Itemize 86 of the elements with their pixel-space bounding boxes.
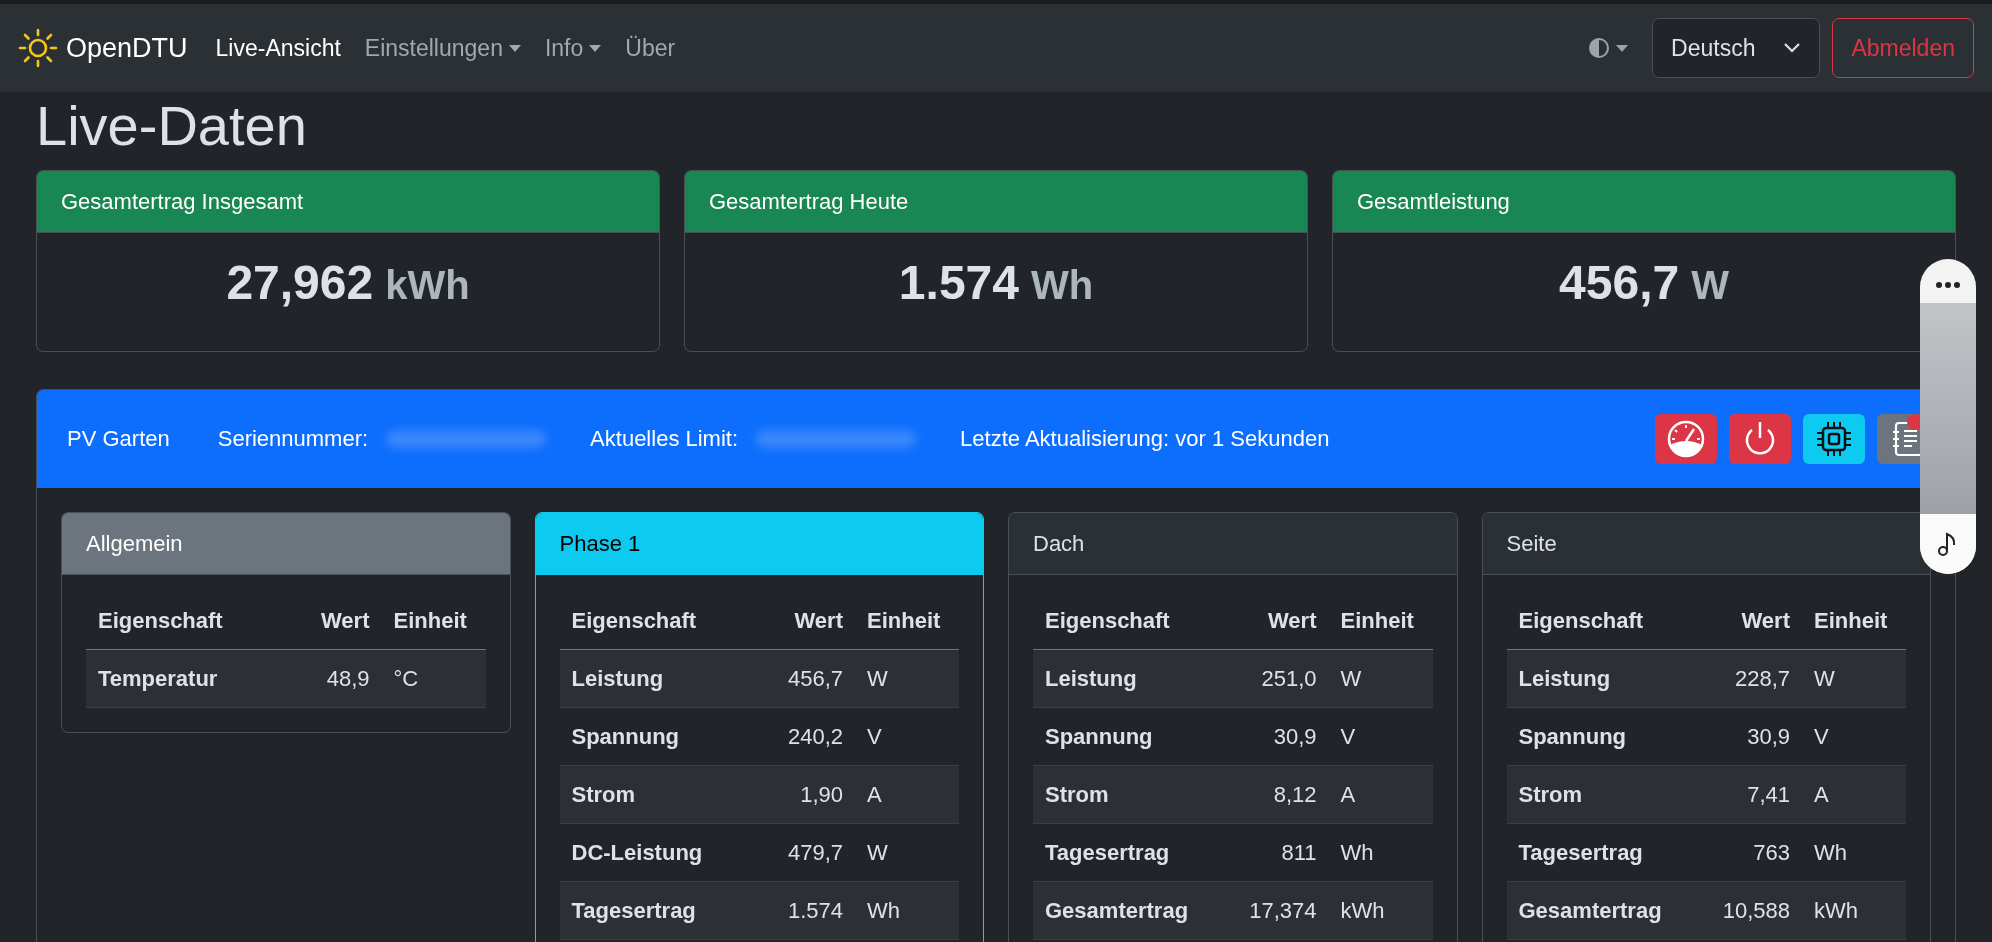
limit-label: Aktuelles Limit: <box>590 426 739 452</box>
unit-cell: V <box>1328 707 1433 766</box>
channel-title: Allgemein <box>62 513 510 575</box>
property-cell: Leistung <box>1033 649 1225 708</box>
property-cell: Strom <box>1506 765 1698 824</box>
value-cell: 30,9 <box>1224 707 1329 766</box>
inverter-name: PV Garten <box>67 426 170 452</box>
property-cell: Leistung <box>559 649 756 708</box>
value-cell: 763 <box>1697 823 1802 882</box>
value-cell: 7,41 <box>1697 765 1802 824</box>
unit-cell: kWh <box>1328 881 1433 940</box>
value-cell: 811 <box>1224 823 1329 882</box>
value-cell: 251,0 <box>1224 649 1329 708</box>
property-cell: Temperatur <box>86 649 285 708</box>
unit-cell: Wh <box>1802 823 1906 882</box>
property-cell: Leistung <box>1506 649 1698 708</box>
last-update: Letzte Aktualisierung: vor 1 Sekunden <box>960 426 1330 452</box>
nav-link[interactable]: Live-Ansicht <box>215 34 341 62</box>
unit-cell: W <box>855 823 959 882</box>
property-cell: Tagesertrag <box>559 881 756 940</box>
property-cell: Tagesertrag <box>1506 823 1698 882</box>
serial-label: Seriennummer: <box>217 426 369 452</box>
total-value: 1.574 <box>898 255 1019 310</box>
logout-button[interactable]: Abmelden <box>1832 18 1974 78</box>
value-cell: 456,7 <box>755 649 855 708</box>
column-header: Eigenschaft <box>559 593 756 650</box>
unit-cell: W <box>1802 649 1906 708</box>
language-select[interactable]: Deutsch <box>1652 18 1821 78</box>
unit-cell: Wh <box>855 881 959 940</box>
total-unit: W <box>1691 263 1729 308</box>
column-header: Eigenschaft <box>1506 593 1698 650</box>
column-header: Einheit <box>1328 593 1433 650</box>
property-cell: Gesamtertrag <box>1506 881 1698 940</box>
brand-name: OpenDTU <box>66 32 188 64</box>
property-cell: Strom <box>1033 765 1225 824</box>
column-header: Einheit <box>855 593 959 650</box>
value-cell: 30,9 <box>1697 707 1802 766</box>
unit-cell: V <box>1802 707 1906 766</box>
brand-link[interactable]: OpenDTU <box>18 28 188 68</box>
nav-link[interactable]: Einstellungen <box>364 34 521 62</box>
column-header: Wert <box>1697 593 1802 650</box>
total-card-title: Gesamtleistung <box>1333 171 1955 233</box>
column-header: Wert <box>284 593 382 650</box>
nav-link[interactable]: Info <box>544 34 602 62</box>
unit-cell: W <box>1328 649 1433 708</box>
column-header: Wert <box>1224 593 1329 650</box>
property-cell: Strom <box>559 765 756 824</box>
total-unit: kWh <box>385 263 470 308</box>
unit-cell: °C <box>381 649 486 708</box>
page-title: Live-Daten <box>36 93 308 159</box>
unit-cell: Wh <box>1328 823 1433 882</box>
nav-link[interactable]: Über <box>625 34 676 62</box>
unit-cell: W <box>855 649 959 708</box>
value-cell: 1,90 <box>755 765 855 824</box>
total-unit: Wh <box>1030 263 1094 308</box>
value-cell: 479,7 <box>755 823 855 882</box>
column-header: Einheit <box>381 593 486 650</box>
unit-cell: A <box>1328 765 1433 824</box>
channel-title: Phase 1 <box>535 513 983 575</box>
column-header: Eigenschaft <box>1033 593 1225 650</box>
value-cell: 8,12 <box>1224 765 1329 824</box>
property-cell: DC-Leistung <box>559 823 756 882</box>
property-cell: Gesamtertrag <box>1033 881 1225 940</box>
property-cell: Spannung <box>1033 707 1225 766</box>
total-value: 456,7 <box>1559 255 1680 310</box>
value-cell: 10,588 <box>1697 881 1802 940</box>
column-header: Eigenschaft <box>86 593 285 650</box>
value-cell: 240,2 <box>755 707 855 766</box>
property-cell: Spannung <box>559 707 756 766</box>
column-header: Wert <box>755 593 855 650</box>
column-header: Einheit <box>1802 593 1906 650</box>
property-cell: Spannung <box>1506 707 1698 766</box>
unit-cell: kWh <box>1802 881 1906 940</box>
channel-title: Seite <box>1482 513 1930 575</box>
unit-cell: V <box>855 707 959 766</box>
unit-cell: A <box>855 765 959 824</box>
value-cell: 1.574 <box>755 881 855 940</box>
property-cell: Tagesertrag <box>1033 823 1225 882</box>
total-card-title: Gesamtertrag Insgesamt <box>37 171 659 233</box>
total-value: 27,962 <box>226 255 374 310</box>
value-cell: 228,7 <box>1697 649 1802 708</box>
value-cell: 48,9 <box>284 649 382 708</box>
unit-cell: A <box>1802 765 1906 824</box>
channel-title: Dach <box>1009 513 1457 575</box>
total-card-title: Gesamtertrag Heute <box>685 171 1307 233</box>
value-cell: 17,374 <box>1224 881 1329 940</box>
